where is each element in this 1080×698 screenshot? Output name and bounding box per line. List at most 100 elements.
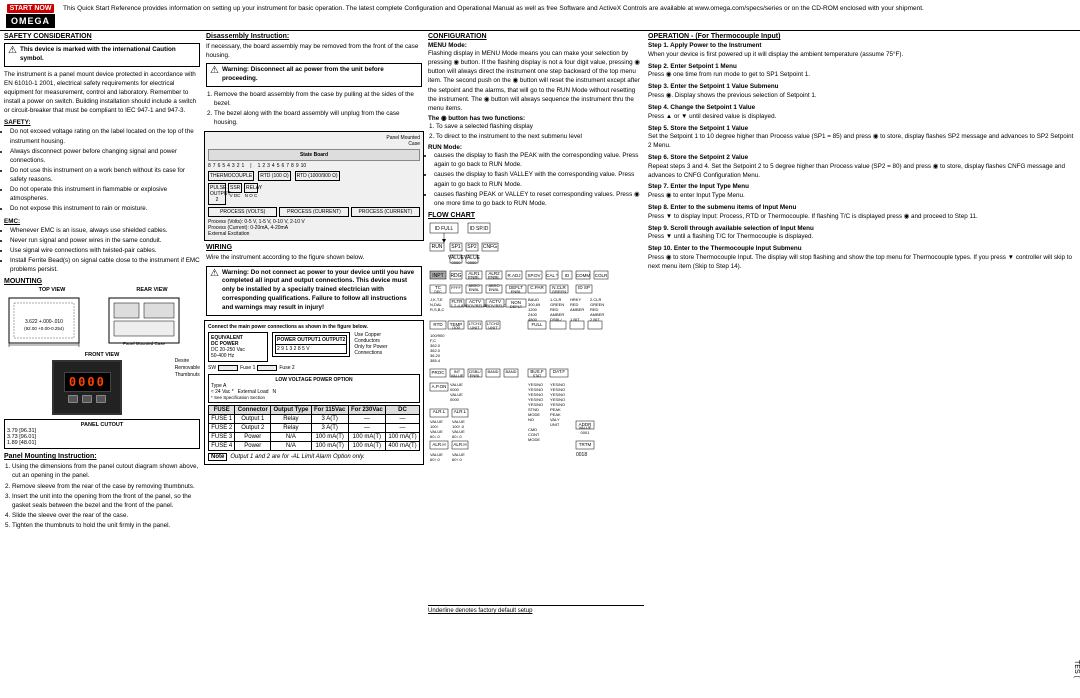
- header-description: This Quick Start Reference provides info…: [63, 4, 1074, 13]
- fuse-4-connector: Power: [235, 441, 271, 450]
- voltage-n: N: [273, 389, 277, 395]
- fuse-3-115v: 100 mA(T): [311, 432, 348, 441]
- configuration-title: CONFIGURATION: [428, 33, 644, 40]
- process-labels: PROCESS (VOLTS) PROCESS (CURRENT) PROCES…: [208, 207, 420, 217]
- step-3-title: Step 3. Enter the Setpoint 1 Value Subme…: [648, 83, 1078, 92]
- fuse-row-4: FUSE 4 Power N/A 100 mA(T) 100 mA(T) 400…: [209, 441, 420, 450]
- svg-text:TRTM: TRTM: [579, 442, 592, 447]
- svg-text:INPT: INPT: [432, 273, 443, 279]
- fuse-row-1: FUSE 1 Output 1 Relay 3 A(T) — —: [209, 414, 420, 423]
- step-9-title: Step 9. Scroll through available selecti…: [648, 225, 1078, 234]
- voltage-spec-2: External Load: [238, 389, 269, 395]
- front-view-labels: Desire Removable Thumbnuts: [175, 358, 200, 379]
- emc-bullet-2: Never run signal and power wires in the …: [10, 236, 200, 245]
- process-current2-label: PROCESS (CURRENT): [351, 207, 420, 217]
- state-board-label: State Board: [300, 152, 328, 158]
- pulse-output: PULSEOUTPUT 2: [208, 183, 226, 205]
- disassembly-warning-text: Warning: Disconnect all ac power from th…: [222, 66, 418, 84]
- svg-text:ALR.L: ALR.L: [433, 409, 446, 414]
- svg-text:DEC: DEC: [434, 290, 442, 294]
- 230vac-col-header: For 230Vac: [348, 405, 385, 414]
- svg-text:SP2: SP2: [467, 244, 477, 250]
- display-digits: 0000: [64, 372, 111, 392]
- svg-text:FULL: FULL: [531, 322, 543, 327]
- 115vac-col-header: For 115Vac: [311, 405, 348, 414]
- svg-text:ALR.L: ALR.L: [454, 409, 467, 414]
- svg-text:UNIT: UNIT: [470, 325, 480, 330]
- caution-icon: ⚠: [8, 46, 17, 56]
- svg-text:3.622 +.000-.010: 3.622 +.000-.010: [25, 319, 63, 325]
- operation-step-4: Step 4. Change the Setpoint 1 Value Pres…: [648, 104, 1078, 122]
- flow-chart-title: FLOW CHART: [428, 212, 644, 219]
- step-7-text: Press ◉ to enter Input Type Menu.: [648, 192, 1078, 201]
- operation-title: OPERATION - (For Thermocouple Input): [648, 33, 1078, 40]
- mounting-section: MOUNTING TOP VIEW 3.622 +.000-.010 (92.0…: [2, 278, 202, 449]
- start-now-badge: START NOW: [7, 4, 55, 13]
- operation-step-10: Step 10. Enter to the Thermocouple Input…: [648, 245, 1078, 271]
- device-btn-1: [68, 395, 78, 403]
- operation-step-7: Step 7. Enter the Input Type Menu Press …: [648, 183, 1078, 201]
- svg-text:ENBL: ENBL: [489, 287, 500, 292]
- fuse-2-connector: Output 2: [235, 423, 271, 432]
- panel-mounting-step-1: Using the dimensions from the panel cuto…: [12, 462, 200, 480]
- thermocouple-label: THERMOCOUPLE: [208, 171, 254, 181]
- step-1-text: When your device is first powered up it …: [648, 51, 1078, 60]
- svg-text:60↓.0: 60↓.0: [452, 434, 463, 439]
- voltage-spec-1: ≈ 24 Vac *: [211, 389, 234, 395]
- fuse-1-label: Fuse 1: [240, 365, 255, 371]
- fuse-3-type: N/A: [271, 432, 312, 441]
- theta-fn-1: To save a selected flashing display: [436, 122, 644, 131]
- safety-bullet-1: Do not exceed voltage rating on the labe…: [10, 127, 200, 145]
- panel-mounting-step-4: Slide the sleeve over the rear of the ca…: [12, 511, 200, 520]
- operation-step-2: Step 2. Enter Setpoint 1 Menu Press ◉ on…: [648, 63, 1078, 81]
- device-btn-2: [82, 395, 92, 403]
- run-bullet-2: causes the display to flash VALLEY with …: [434, 170, 644, 188]
- svg-text:FFFF: FFFF: [451, 285, 461, 290]
- svg-text:VALUE: VALUE: [451, 373, 464, 378]
- copper-note: Use CopperConductorsOnly for PowerConnec…: [354, 332, 387, 356]
- fuse-2-id: FUSE 2: [209, 423, 235, 432]
- fuse-2-type: Relay: [271, 423, 312, 432]
- equiv-dc-range: DC 20-250 Vac50-400 Hz: [211, 347, 265, 359]
- step-2-text: Press ◉ one time from run mode to get to…: [648, 71, 1078, 80]
- fuse-1-115v: 3 A(T): [311, 414, 348, 423]
- svg-text:AMBER: AMBER: [570, 307, 584, 312]
- svg-text:ALR.H: ALR.H: [453, 442, 466, 447]
- svg-text:RTD: RTD: [433, 322, 443, 327]
- svg-text:SP1: SP1: [451, 244, 461, 250]
- power-terminal-table: POWER OUTPUT1 OUTPUT2 2 9 1 3 2 8 5 V: [275, 335, 347, 354]
- terminal-3: 3: [232, 163, 235, 169]
- step-6-title: Step 6. Store the Setpoint 2 Value: [648, 154, 1078, 163]
- ssr-output: SSR V DC: [228, 183, 242, 205]
- step-10-text: Press ◉ to store Thermocouple Input. The…: [648, 254, 1078, 272]
- power-connections-title: Connect the main power connections as sh…: [208, 324, 420, 330]
- output-note-text: Output 1 and 2 are for -AL Limit Alarm O…: [230, 454, 364, 460]
- svg-text:STAT: STAT: [533, 374, 542, 378]
- column-1: SAFETY CONSIDERATION ⚠ This device is ma…: [2, 33, 202, 696]
- step-3-text: Press ◉. Display shows the previous sele…: [648, 92, 1078, 101]
- run-bullet-3: causes flashing PEAK or VALLEY to reset …: [434, 190, 644, 208]
- rear-view-svg: Panel Mounted Case: [104, 293, 184, 348]
- disassembly-section: Disassembly Instruction: If necessary, t…: [204, 33, 424, 127]
- input-type-labels: THERMOCOUPLE RTD (100 Ω) RTD (1000/900 Ω…: [208, 171, 420, 181]
- fuse-2-symbol: [257, 365, 277, 371]
- safety-bullet-2: Always disconnect power before changing …: [10, 147, 200, 165]
- fuse-1-symbol: [218, 365, 238, 371]
- svg-text:GREEN: GREEN: [552, 289, 566, 294]
- svg-text:0018: 0018: [576, 452, 587, 458]
- column-3: CONFIGURATION MENU Mode: Flashing displa…: [426, 33, 646, 696]
- page: START NOW OMEGA This Quick Start Referen…: [0, 0, 1080, 698]
- wiring-warning-text: Warning: Do not connect ac power to your…: [222, 269, 418, 313]
- wiring-section: WIRING Wire the instrument according to …: [204, 244, 424, 315]
- svg-text:CAL *: CAL *: [546, 273, 558, 278]
- top-view-diagram: TOP VIEW 3.622 +.000-.010 (92.00 +0.00-0…: [4, 287, 100, 350]
- svg-text:0001: 0001: [581, 430, 591, 435]
- svg-text:ID: ID: [565, 273, 570, 278]
- operation-step-5: Step 5. Store the Setpoint 1 Value Set t…: [648, 125, 1078, 151]
- fuse-row-2: FUSE 2 Output 2 Relay 3 A(T) — —: [209, 423, 420, 432]
- fuse-diagram: SW Fuse 1 Fuse 2: [208, 365, 420, 371]
- svg-text:60↑.0: 60↑.0: [430, 457, 441, 462]
- svg-text:R,S,B,C: R,S,B,C: [430, 307, 445, 312]
- terminal-10b: 10: [301, 163, 307, 169]
- flow-chart-section: FLOW CHART ID FULL ID SP.ID RUN: [426, 212, 646, 614]
